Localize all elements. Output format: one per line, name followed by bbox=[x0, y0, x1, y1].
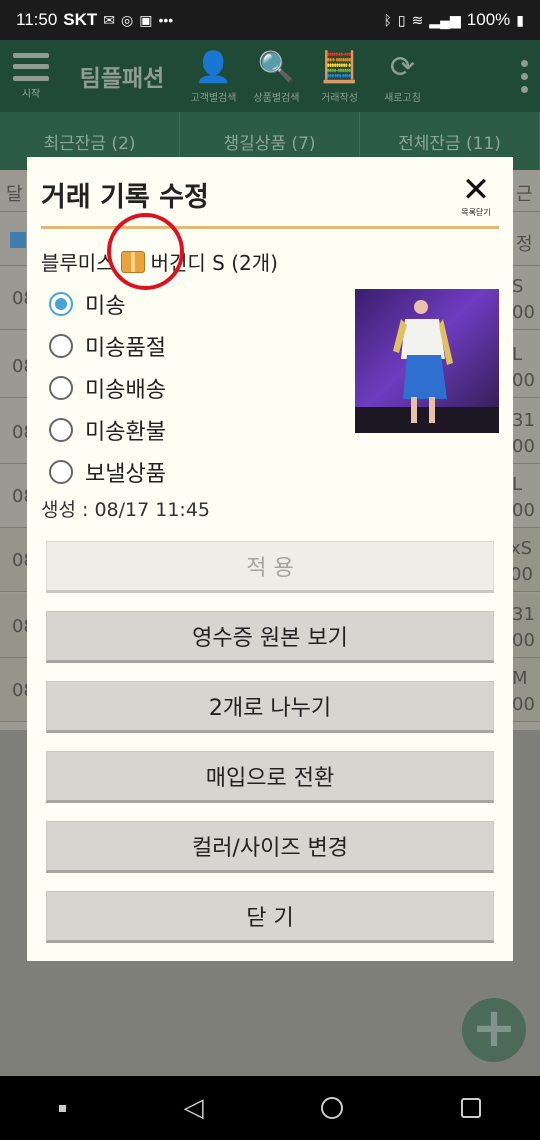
close-button[interactable]: 닫 기 bbox=[46, 891, 494, 943]
radio-option-misong-soldout[interactable]: 미송품절 bbox=[49, 325, 166, 367]
dialog-title: 거래 기록 수정 bbox=[41, 182, 209, 213]
menu-label: 시작 bbox=[21, 88, 41, 100]
apply-button[interactable]: 적 용 bbox=[46, 541, 494, 593]
product-photo bbox=[355, 289, 499, 433]
convert-to-purchase-button[interactable]: 매입으로 전환 bbox=[46, 751, 494, 803]
bluetooth-icon: ᛒ bbox=[383, 12, 392, 28]
edit-transaction-dialog: 거래 기록 수정 ✕ 목록닫기 블루미스 버건디 S (2개) 미송 미송품절 … bbox=[27, 157, 513, 961]
plus-icon: + bbox=[471, 996, 517, 1059]
calculator-icon: 🧮 bbox=[320, 49, 359, 85]
menu-dot-icon[interactable] bbox=[58, 1104, 66, 1112]
radio-option-to-send[interactable]: 보낼상품 bbox=[49, 451, 166, 493]
brand-title: 팀플패션 bbox=[79, 66, 165, 92]
add-fab-button[interactable]: + bbox=[462, 998, 526, 1062]
radio-unselected-icon bbox=[49, 460, 73, 484]
radio-selected-icon bbox=[49, 292, 73, 316]
status-radio-group: 미송 미송품절 미송배송 미송환불 보낼상품 bbox=[49, 283, 166, 493]
refresh-icon: ⟳ bbox=[389, 49, 416, 85]
change-color-size-button[interactable]: 컬러/사이즈 변경 bbox=[46, 821, 494, 873]
product-search-label: 상품별검색 bbox=[253, 92, 300, 104]
hamburger-icon bbox=[13, 52, 49, 81]
radio-label: 미송환불 bbox=[85, 420, 166, 445]
refresh-label: 새로고침 bbox=[384, 92, 421, 104]
annotation-circle bbox=[107, 213, 184, 290]
recent-apps-icon[interactable] bbox=[461, 1098, 482, 1118]
status-bar: 11:50 SKT ✉ ◎ ▣ ••• ᛒ ▯ ≋ ▂▄▆ 100% ▮ bbox=[0, 0, 540, 40]
view-receipt-button[interactable]: 영수증 원본 보기 bbox=[46, 611, 494, 663]
split-button[interactable]: 2개로 나누기 bbox=[46, 681, 494, 733]
create-transaction-label: 거래작성 bbox=[321, 92, 358, 104]
wifi-icon: ≋ bbox=[411, 11, 424, 28]
close-list-label: 목록닫기 bbox=[461, 208, 491, 217]
person-icon: 👤 bbox=[194, 49, 233, 85]
radio-option-misong-shipping[interactable]: 미송배송 bbox=[49, 367, 166, 409]
signal-icon: ▂▄▆ bbox=[429, 11, 461, 28]
overflow-menu-icon[interactable] bbox=[508, 59, 540, 93]
created-timestamp: 생성 : 08/17 11:45 bbox=[41, 499, 210, 521]
product-name: 블루미스 bbox=[41, 251, 115, 275]
close-icon: ✕ bbox=[461, 170, 491, 210]
radio-label: 미송배송 bbox=[85, 378, 166, 403]
search-icon: 🔍 bbox=[257, 49, 296, 85]
radio-unselected-icon bbox=[49, 334, 73, 358]
vibrate-icon: ▯ bbox=[397, 11, 406, 28]
more-dots-icon: ••• bbox=[158, 12, 174, 28]
customer-search-label: 고객별검색 bbox=[190, 92, 237, 104]
battery-icon: ▮ bbox=[516, 11, 524, 28]
app-bar: 시작 팀플패션 👤 고객별검색 🔍 상품별검색 🧮 거래작성 ⟳ 새로고침 bbox=[0, 40, 540, 112]
radio-unselected-icon bbox=[49, 376, 73, 400]
home-icon[interactable] bbox=[321, 1097, 344, 1119]
sync-icon: ◎ bbox=[121, 11, 134, 28]
back-icon[interactable]: ◁ bbox=[184, 1093, 204, 1123]
product-search-button[interactable]: 🔍 상품별검색 bbox=[245, 40, 308, 112]
refresh-button[interactable]: ⟳ 새로고침 bbox=[371, 40, 434, 112]
radio-option-misong[interactable]: 미송 bbox=[49, 283, 166, 325]
radio-unselected-icon bbox=[49, 418, 73, 442]
battery-level: 100% bbox=[466, 10, 511, 29]
radio-label: 미송 bbox=[85, 294, 126, 319]
title-divider bbox=[41, 226, 499, 229]
image-icon: ▣ bbox=[139, 11, 153, 28]
radio-option-misong-refund[interactable]: 미송환불 bbox=[49, 409, 166, 451]
radio-label: 보낼상품 bbox=[85, 462, 166, 487]
carrier: SKT bbox=[63, 10, 98, 29]
radio-label: 미송품절 bbox=[85, 336, 166, 361]
clock: 11:50 bbox=[16, 10, 58, 29]
customer-search-button[interactable]: 👤 고객별검색 bbox=[182, 40, 245, 112]
system-nav-bar: ◁ bbox=[0, 1076, 540, 1140]
menu-button[interactable]: 시작 bbox=[0, 40, 62, 112]
mail-icon: ✉ bbox=[103, 11, 116, 28]
close-list-button[interactable]: ✕ 목록닫기 bbox=[455, 173, 497, 218]
create-transaction-button[interactable]: 🧮 거래작성 bbox=[308, 40, 371, 112]
checkbox-icon bbox=[10, 232, 26, 248]
